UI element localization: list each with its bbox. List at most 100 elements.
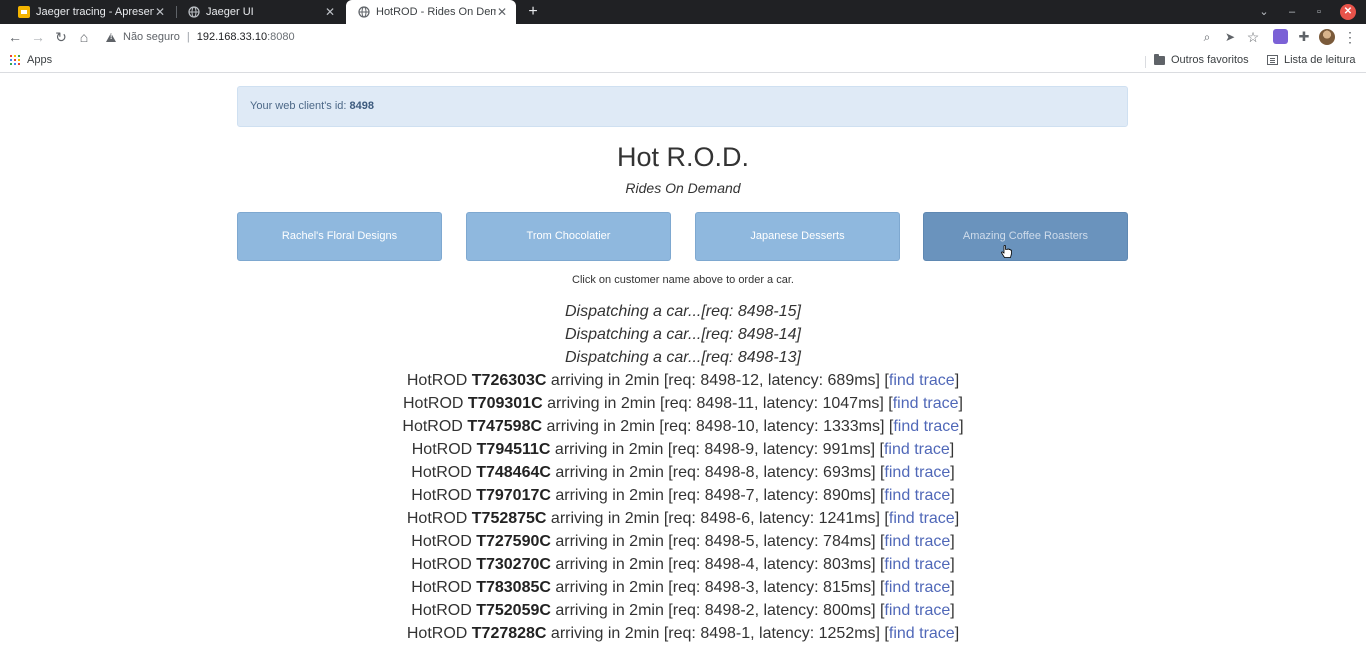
find-trace-link[interactable]: find trace xyxy=(889,372,955,389)
car-id: T730270C xyxy=(476,556,551,573)
tab-title: HotROD - Rides On Dema xyxy=(376,6,496,18)
bookmark-reading-list-label: Lista de leitura xyxy=(1284,54,1356,66)
globe-icon xyxy=(188,6,200,18)
find-trace-link[interactable]: find trace xyxy=(884,556,950,573)
client-id-label: Your web client's id: xyxy=(250,100,347,112)
extensions-puzzle-icon[interactable]: ✚ xyxy=(1295,28,1313,46)
home-icon[interactable]: ⌂ xyxy=(75,28,93,46)
bracket: ] xyxy=(954,372,960,389)
ride-message: HotROD T752875C arriving in 2min [req: 8… xyxy=(0,507,1366,530)
page-content: Your web client's id: 8498 Hot R.O.D. Ri… xyxy=(0,74,1366,661)
bracket: ] xyxy=(959,418,964,435)
ride-prefix: HotROD xyxy=(411,602,477,619)
car-id: T726303C xyxy=(471,372,547,389)
find-trace-link[interactable]: find trace xyxy=(884,441,950,458)
customer-button-trom-chocolatier[interactable]: Trom Chocolatier xyxy=(466,212,671,261)
send-icon[interactable]: ➤ xyxy=(1221,28,1239,46)
ride-message: HotROD T730270C arriving in 2min [req: 8… xyxy=(0,553,1366,576)
dispatch-message: Dispatching a car...[req: 8498-14] xyxy=(565,326,801,343)
minimize-icon[interactable]: – xyxy=(1282,0,1302,24)
divider xyxy=(1145,56,1146,68)
car-id: T752059C xyxy=(476,602,551,619)
close-icon[interactable]: ✕ xyxy=(324,5,336,19)
zoom-icon[interactable]: ⌕ xyxy=(1198,28,1216,46)
bookmark-other-favorites[interactable]: Outros favoritos xyxy=(1154,53,1249,66)
ride-message: HotROD T783085C arriving in 2min [req: 8… xyxy=(0,576,1366,599)
security-label: Não seguro xyxy=(123,31,180,43)
new-tab-button[interactable]: + xyxy=(524,2,542,22)
back-icon[interactable]: ← xyxy=(6,28,24,46)
ride-prefix: HotROD xyxy=(411,464,477,481)
find-trace-link[interactable]: find trace xyxy=(884,533,950,550)
customer-button-rachels-floral-designs[interactable]: Rachel's Floral Designs xyxy=(237,212,442,261)
tab-jaeger-tracing[interactable]: Jaeger tracing - Apresent ✕ xyxy=(6,0,174,24)
ride-details: arriving in 2min [req: 8498-3, latency: … xyxy=(550,579,885,596)
tab-jaeger-ui[interactable]: Jaeger UI ✕ xyxy=(176,0,344,24)
car-id: T727590C xyxy=(476,533,551,550)
page-title: Hot R.O.D. xyxy=(616,142,750,172)
find-trace-link[interactable]: find trace xyxy=(889,510,955,527)
ride-details: arriving in 2min [req: 8498-5, latency: … xyxy=(550,533,885,550)
ride-details: arriving in 2min [req: 8498-12, latency:… xyxy=(546,372,889,389)
ride-details: arriving in 2min [req: 8498-4, latency: … xyxy=(550,556,885,573)
translate-extension-icon[interactable] xyxy=(1273,29,1288,44)
tab-hotrod[interactable]: HotROD - Rides On Dema ✕ xyxy=(346,0,516,24)
ride-prefix: HotROD xyxy=(403,395,468,412)
globe-icon xyxy=(358,6,370,18)
reading-list-icon xyxy=(1267,55,1278,65)
ride-message: HotROD T747598C arriving in 2min [req: 8… xyxy=(0,415,1366,438)
bracket: ] xyxy=(950,579,955,596)
customer-button-japanese-desserts[interactable]: Japanese Desserts xyxy=(695,212,900,261)
address-bar[interactable]: Não seguro | 192.168.33.10 :8080 xyxy=(106,28,295,46)
url-host: 192.168.33.10 xyxy=(196,31,268,43)
ride-details: arriving in 2min [req: 8498-7, latency: … xyxy=(550,487,885,504)
bookmark-apps[interactable]: Apps xyxy=(10,54,52,66)
tab-title: Jaeger UI xyxy=(206,6,254,18)
profile-avatar[interactable] xyxy=(1319,29,1335,45)
car-id: T783085C xyxy=(476,579,551,596)
find-trace-link[interactable]: find trace xyxy=(884,464,950,481)
window-close-icon[interactable]: ✕ xyxy=(1340,4,1356,20)
ride-prefix: HotROD xyxy=(406,372,472,389)
divider: | xyxy=(186,31,190,43)
dispatch-message: Dispatching a car...[req: 8498-15] xyxy=(565,303,801,320)
bracket: ] xyxy=(954,625,960,642)
find-trace-link[interactable]: find trace xyxy=(893,418,959,435)
client-id-alert: Your web client's id: 8498 xyxy=(237,86,1128,127)
ride-details: arriving in 2min [req: 8498-8, latency: … xyxy=(550,464,885,481)
find-trace-link[interactable]: find trace xyxy=(884,579,950,596)
ride-prefix: HotROD xyxy=(406,510,472,527)
bracket: ] xyxy=(949,441,955,458)
ride-prefix: HotROD xyxy=(411,533,477,550)
url-port: :8080 xyxy=(267,31,295,43)
bookmark-reading-list[interactable]: Lista de leitura xyxy=(1267,54,1356,66)
car-id: T709301C xyxy=(467,395,543,412)
star-icon[interactable]: ☆ xyxy=(1244,28,1262,46)
ride-prefix: HotROD xyxy=(411,487,477,504)
warning-icon xyxy=(106,32,116,42)
car-id: T748464C xyxy=(476,464,551,481)
ride-message: HotROD T726303C arriving in 2min [req: 8… xyxy=(0,369,1366,392)
car-id: T747598C xyxy=(467,418,543,435)
browser-toolbar: ← → ↻ ⌂ Não seguro | 192.168.33.10 :8080… xyxy=(0,24,1366,51)
close-icon[interactable]: ✕ xyxy=(154,5,166,19)
menu-kebab-icon[interactable]: ⋮ xyxy=(1341,28,1359,46)
forward-icon[interactable]: → xyxy=(29,28,47,46)
customer-button-amazing-coffee-roasters[interactable]: Amazing Coffee Roasters xyxy=(923,212,1128,261)
reload-icon[interactable]: ↻ xyxy=(52,28,70,46)
ride-prefix: HotROD xyxy=(406,625,472,642)
find-trace-link[interactable]: find trace xyxy=(884,602,950,619)
ride-prefix: HotROD xyxy=(411,579,477,596)
bracket: ] xyxy=(950,602,955,619)
ride-details: arriving in 2min [req: 8498-10, latency:… xyxy=(542,418,894,435)
tab-search-icon[interactable]: ⌄ xyxy=(1254,0,1274,24)
find-trace-link[interactable]: find trace xyxy=(884,487,950,504)
find-trace-link[interactable]: find trace xyxy=(889,625,955,642)
bookmark-apps-label: Apps xyxy=(27,54,53,66)
hand-cursor-icon xyxy=(1001,245,1012,258)
restore-icon[interactable]: ▫ xyxy=(1309,0,1329,24)
close-icon[interactable]: ✕ xyxy=(496,5,508,19)
ride-details: arriving in 2min [req: 8498-1, latency: … xyxy=(546,625,889,642)
find-trace-link[interactable]: find trace xyxy=(893,395,959,412)
car-id: T752875C xyxy=(471,510,547,527)
